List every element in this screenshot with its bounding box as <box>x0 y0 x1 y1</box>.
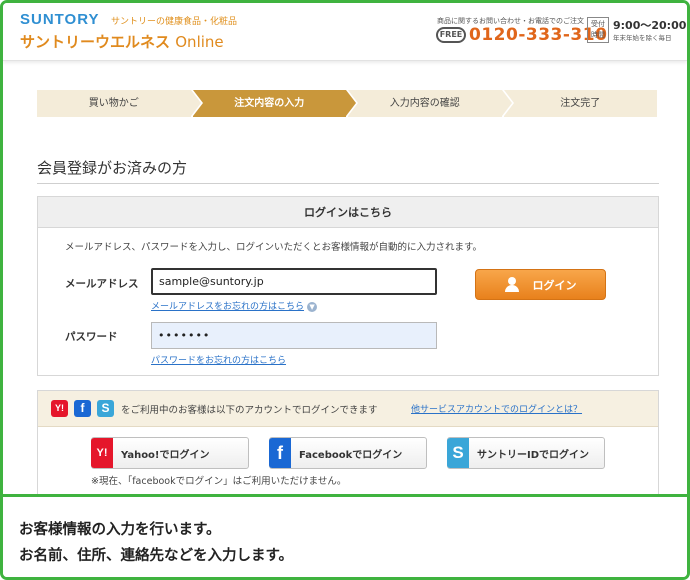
yahoo-login-label: Yahoo!でログイン <box>121 449 210 461</box>
yahoo-login-button[interactable]: Y! Yahoo!でログイン <box>91 437 249 469</box>
login-panel: ログインはこちら メールアドレス、パスワードを入力し、ログインいただくとお客様情… <box>37 196 659 376</box>
suntory-logo[interactable]: SUNTORY <box>20 11 100 28</box>
step-confirm: 入力内容の確認 <box>348 90 513 117</box>
password-label: パスワード <box>65 331 118 343</box>
shop-name-main: サントリーウエルネス <box>20 33 171 51</box>
section-title: 会員登録がお済みの方 <box>37 159 188 177</box>
caption-line-1: お客様情報の入力を行います。 <box>19 522 221 538</box>
shop-name[interactable]: サントリーウエルネス Online <box>20 31 224 52</box>
login-description: メールアドレス、パスワードを入力し、ログインいただくとお客様情報が自動的に入力さ… <box>65 242 483 253</box>
suntory-id-icon: S <box>97 400 114 417</box>
screenshot-frame: SUNTORY サントリーの健康食品・化粧品 サントリーウエルネス Online… <box>0 0 690 580</box>
password-forgot-link[interactable]: パスワードをお忘れの方はこちら <box>151 353 286 366</box>
email-label: メールアドレス <box>65 278 139 290</box>
yahoo-icon: Y! <box>91 438 113 468</box>
login-button[interactable]: ログイン <box>475 269 606 300</box>
step-complete: 注文完了 <box>503 90 657 117</box>
social-help-link[interactable]: 他サービスアカウントでのログインとは？ <box>411 402 582 415</box>
suntory-id-login-label: サントリーIDでログイン <box>477 449 590 461</box>
yahoo-icon: Y! <box>51 400 68 417</box>
chevron-down-icon: ▼ <box>307 301 318 312</box>
social-login-text: をご利用中のお客様は以下のアカウントでログインできます <box>121 405 378 416</box>
suntory-id-login-button[interactable]: S サントリーIDでログイン <box>447 437 605 469</box>
checkout-steps: 買い物かご 注文内容の入力 入力内容の確認 注文完了 <box>37 90 659 117</box>
freedial-icon: FREE <box>436 27 466 43</box>
caption-band: お客様情報の入力を行います。 お名前、住所、連絡先などを入力します。 <box>3 494 687 577</box>
email-forgot-text: メールアドレスをお忘れの方はこちら <box>151 302 305 312</box>
site-header: SUNTORY サントリーの健康食品・化粧品 サントリーウエルネス Online… <box>3 3 687 61</box>
hours-value: 9:00～20:00 <box>613 19 687 32</box>
facebook-login-label: Facebookでログイン <box>299 449 403 461</box>
section-divider <box>37 183 659 184</box>
step-order-input: 注文内容の入力 <box>192 90 358 117</box>
hours-label-line1: 受付 <box>591 20 605 28</box>
hours-label-line2: 時間 <box>591 31 605 39</box>
step-cart: 買い物かご <box>37 90 202 117</box>
email-field[interactable]: sample@suntory.jp <box>151 268 437 295</box>
hours-note: 年末年始を除く毎日 <box>613 34 672 42</box>
social-login-panel: Y! f S をご利用中のお客様は以下のアカウントでログインできます 他サービス… <box>37 390 659 510</box>
social-login-header: Y! f S をご利用中のお客様は以下のアカウントでログインできます 他サービス… <box>38 391 658 427</box>
suntory-id-icon: S <box>447 438 469 468</box>
facebook-login-button[interactable]: f Facebookでログイン <box>269 437 427 469</box>
header-tagline: サントリーの健康食品・化粧品 <box>111 17 238 27</box>
shop-name-suffix: Online <box>175 33 224 51</box>
email-forgot-link[interactable]: メールアドレスをお忘れの方はこちら ▼ <box>151 299 318 312</box>
hours-label: 受付 時間 <box>587 17 609 43</box>
login-button-label: ログイン <box>532 278 577 292</box>
facebook-icon: f <box>269 438 291 468</box>
user-icon <box>504 277 519 292</box>
facebook-icon: f <box>74 400 91 417</box>
caption-line-2: お名前、住所、連絡先などを入力します。 <box>19 548 294 564</box>
password-field[interactable]: ••••••• <box>151 322 437 349</box>
login-heading: ログインはこちら <box>38 197 658 228</box>
social-login-note: ※現在、「facebookでログイン」はご利用いただけません。 <box>91 476 347 487</box>
